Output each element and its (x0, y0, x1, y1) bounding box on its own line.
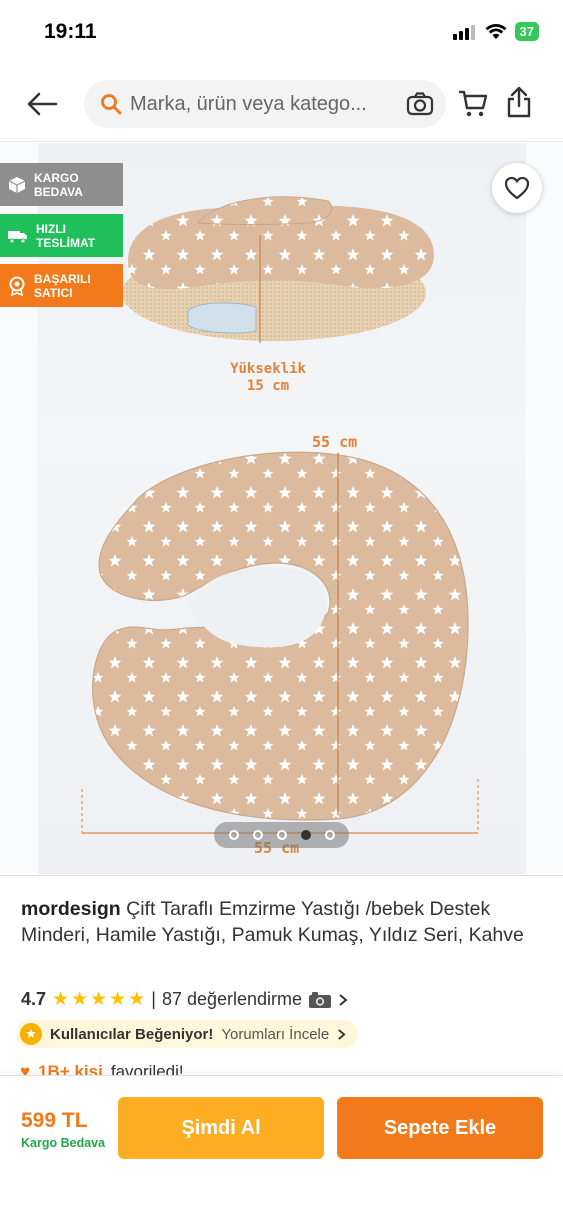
medal-icon (9, 276, 25, 296)
share-icon (507, 86, 531, 118)
heart-filled-icon: ♥ (20, 1062, 31, 1076)
status-time: 19:11 (44, 20, 97, 43)
free-shipping-label: Kargo Bedava (21, 1136, 106, 1150)
product-brand[interactable]: mordesign (21, 898, 121, 920)
box-icon (8, 176, 26, 193)
pager-dot[interactable] (324, 830, 335, 840)
cart-button[interactable] (458, 88, 490, 120)
pager-dot[interactable] (228, 830, 239, 840)
wifi-icon (485, 23, 507, 39)
chevron-right-icon (339, 993, 348, 1006)
badge-fast-delivery: HIZLI TESLİMAT (0, 214, 123, 257)
favorite-count: ♥ 1B+ kişi favoriledi! (20, 1062, 184, 1076)
badge-free-shipping: KARGO BEDAVA (0, 163, 123, 206)
signal-icon (452, 24, 475, 40)
favorite-count-value: 1B+ kişi (38, 1062, 103, 1076)
star-badge-icon: ★ (20, 1023, 42, 1045)
camera-search-icon[interactable] (406, 92, 434, 116)
buy-now-button[interactable]: Şimdi Al (118, 1097, 324, 1159)
image-pager (214, 822, 349, 848)
truck-icon (8, 230, 27, 243)
chevron-right-icon (338, 1028, 346, 1040)
product-title: mordesign Çift Taraflı Emzirme Yastığı /… (21, 896, 541, 948)
add-to-cart-button[interactable]: Sepete Ekle (337, 1097, 543, 1159)
badge-fast-delivery-label: HIZLI TESLİMAT (36, 221, 96, 250)
favorite-count-text: favoriledi! (110, 1062, 184, 1076)
badge-successful-seller: BAŞARILI SATICI (0, 264, 123, 307)
badge-free-shipping-label: KARGO BEDAVA (34, 170, 83, 199)
product-info: mordesign Çift Taraflı Emzirme Yastığı /… (0, 875, 563, 1076)
bottom-action-bar: 599 TL Kargo Bedava Şimdi Al Sepete Ekle (0, 1075, 563, 1218)
share-button[interactable] (505, 86, 535, 120)
height-label: Yükseklik 15 cm (228, 361, 308, 395)
height-label-title: Yükseklik (230, 361, 306, 377)
height-label-value: 15 cm (246, 378, 290, 394)
price: 599 TL (21, 1109, 88, 1132)
search-input[interactable]: Marka, ürün veya katego... (84, 80, 446, 128)
star-icon: ★ (71, 989, 89, 1010)
back-arrow-icon (27, 92, 58, 116)
users-like-banner[interactable]: ★ Kullanıcılar Beğeniyor! Yorumları İnce… (16, 1020, 359, 1048)
search-placeholder: Marka, ürün veya katego... (130, 92, 367, 115)
back-button[interactable] (24, 86, 60, 122)
star-icon: ★ (109, 989, 127, 1010)
users-like-label: Kullanıcılar Beğeniyor! (50, 1025, 214, 1043)
star-icon: ★ (90, 989, 108, 1010)
status-bar: 19:11 37 (0, 0, 563, 68)
status-icons: 37 (452, 22, 539, 41)
rating-separator: | (151, 989, 156, 1009)
vertical-size-label: 55 cm (312, 433, 358, 451)
badge-successful-seller-label: BAŞARILI SATICI (34, 271, 91, 300)
search-icon (101, 94, 122, 115)
heart-icon (504, 176, 530, 200)
rating-stars: ★ ★ ★ ★ ★ (52, 990, 145, 1009)
review-link[interactable]: Yorumları İncele (221, 1026, 329, 1043)
camera-icon (309, 991, 332, 1008)
rating-row[interactable]: 4.7 ★ ★ ★ ★ ★ | 87 değerlendirme (21, 989, 348, 1010)
rating-score: 4.7 (21, 989, 47, 1009)
pager-dot-active[interactable] (300, 830, 311, 840)
battery-indicator: 37 (514, 22, 539, 41)
product-image-gallery[interactable]: Yükseklik 15 cm 55 cm 55 cm KARGO BEDAVA … (0, 143, 563, 874)
pager-dot[interactable] (252, 830, 263, 840)
favorite-button[interactable] (492, 163, 542, 213)
cart-icon (458, 90, 488, 117)
star-icon: ★ (52, 989, 70, 1010)
pager-dot[interactable] (276, 830, 287, 840)
star-icon: ★ (128, 989, 146, 1010)
review-count: 87 değerlendirme (161, 989, 303, 1009)
top-bar: Marka, ürün veya katego... (0, 68, 563, 142)
